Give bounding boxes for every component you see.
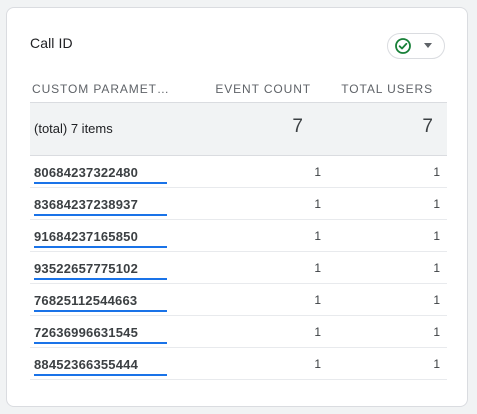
report-card: Call ID CUSTOM PARAMET… EVENT COUNT TOTA… [6, 7, 468, 407]
call-id-value: 83684237238937 [34, 197, 139, 212]
call-id-value: 80684237322480 [34, 165, 139, 180]
call-id-value: 91684237165850 [34, 229, 139, 244]
table-header: CUSTOM PARAMET… EVENT COUNT TOTAL USERS [30, 78, 447, 103]
total-users-value: 1 [433, 293, 440, 307]
check-circle-icon [395, 38, 411, 54]
table-row[interactable]: 83684237238937 1 1 [30, 188, 447, 220]
total-users-value: 1 [433, 229, 440, 243]
share-bar [34, 214, 167, 216]
total-users-value: 1 [433, 165, 440, 179]
call-id-value: 93522657775102 [34, 261, 139, 276]
total-users-value: 1 [433, 197, 440, 211]
call-id-value: 76825112544663 [34, 293, 138, 308]
chevron-down-icon [424, 43, 432, 48]
share-bar [34, 246, 167, 248]
table-row[interactable]: 93522657775102 1 1 [30, 252, 447, 284]
column-header-event-count[interactable]: EVENT COUNT [215, 82, 311, 96]
table-row[interactable]: 72636996631545 1 1 [30, 316, 447, 348]
total-users-value: 1 [433, 357, 440, 371]
share-bar [34, 342, 167, 344]
totals-event-count: 7 [292, 116, 303, 137]
call-id-value: 72636996631545 [34, 325, 139, 340]
data-table: CUSTOM PARAMET… EVENT COUNT TOTAL USERS … [30, 78, 447, 380]
event-count-value: 1 [314, 165, 321, 179]
share-bar [34, 310, 167, 312]
table-row[interactable]: 88452366355444 1 1 [30, 348, 447, 380]
event-count-value: 1 [314, 293, 321, 307]
column-header-total-users[interactable]: TOTAL USERS [341, 82, 433, 96]
event-count-value: 1 [314, 357, 321, 371]
event-count-value: 1 [314, 325, 321, 339]
card-title: Call ID [30, 35, 73, 51]
column-header-custom-parameter[interactable]: CUSTOM PARAMET… [32, 82, 170, 96]
table-row[interactable]: 76825112544663 1 1 [30, 284, 447, 316]
share-bar [34, 182, 167, 184]
status-dropdown-button[interactable] [387, 33, 445, 59]
share-bar [34, 278, 167, 280]
table-row[interactable]: 80684237322480 1 1 [30, 156, 447, 188]
table-row[interactable]: 91684237165850 1 1 [30, 220, 447, 252]
totals-row: (total) 7 items 7 7 [30, 103, 447, 156]
totals-label: (total) 7 items [34, 121, 113, 136]
event-count-value: 1 [314, 261, 321, 275]
share-bar [34, 374, 167, 376]
call-id-value: 88452366355444 [34, 357, 139, 372]
total-users-value: 1 [433, 325, 440, 339]
table-body: 80684237322480 1 1 83684237238937 1 1 91684237… [30, 156, 447, 380]
totals-total-users: 7 [422, 116, 433, 137]
total-users-value: 1 [433, 261, 440, 275]
event-count-value: 1 [314, 229, 321, 243]
event-count-value: 1 [314, 197, 321, 211]
